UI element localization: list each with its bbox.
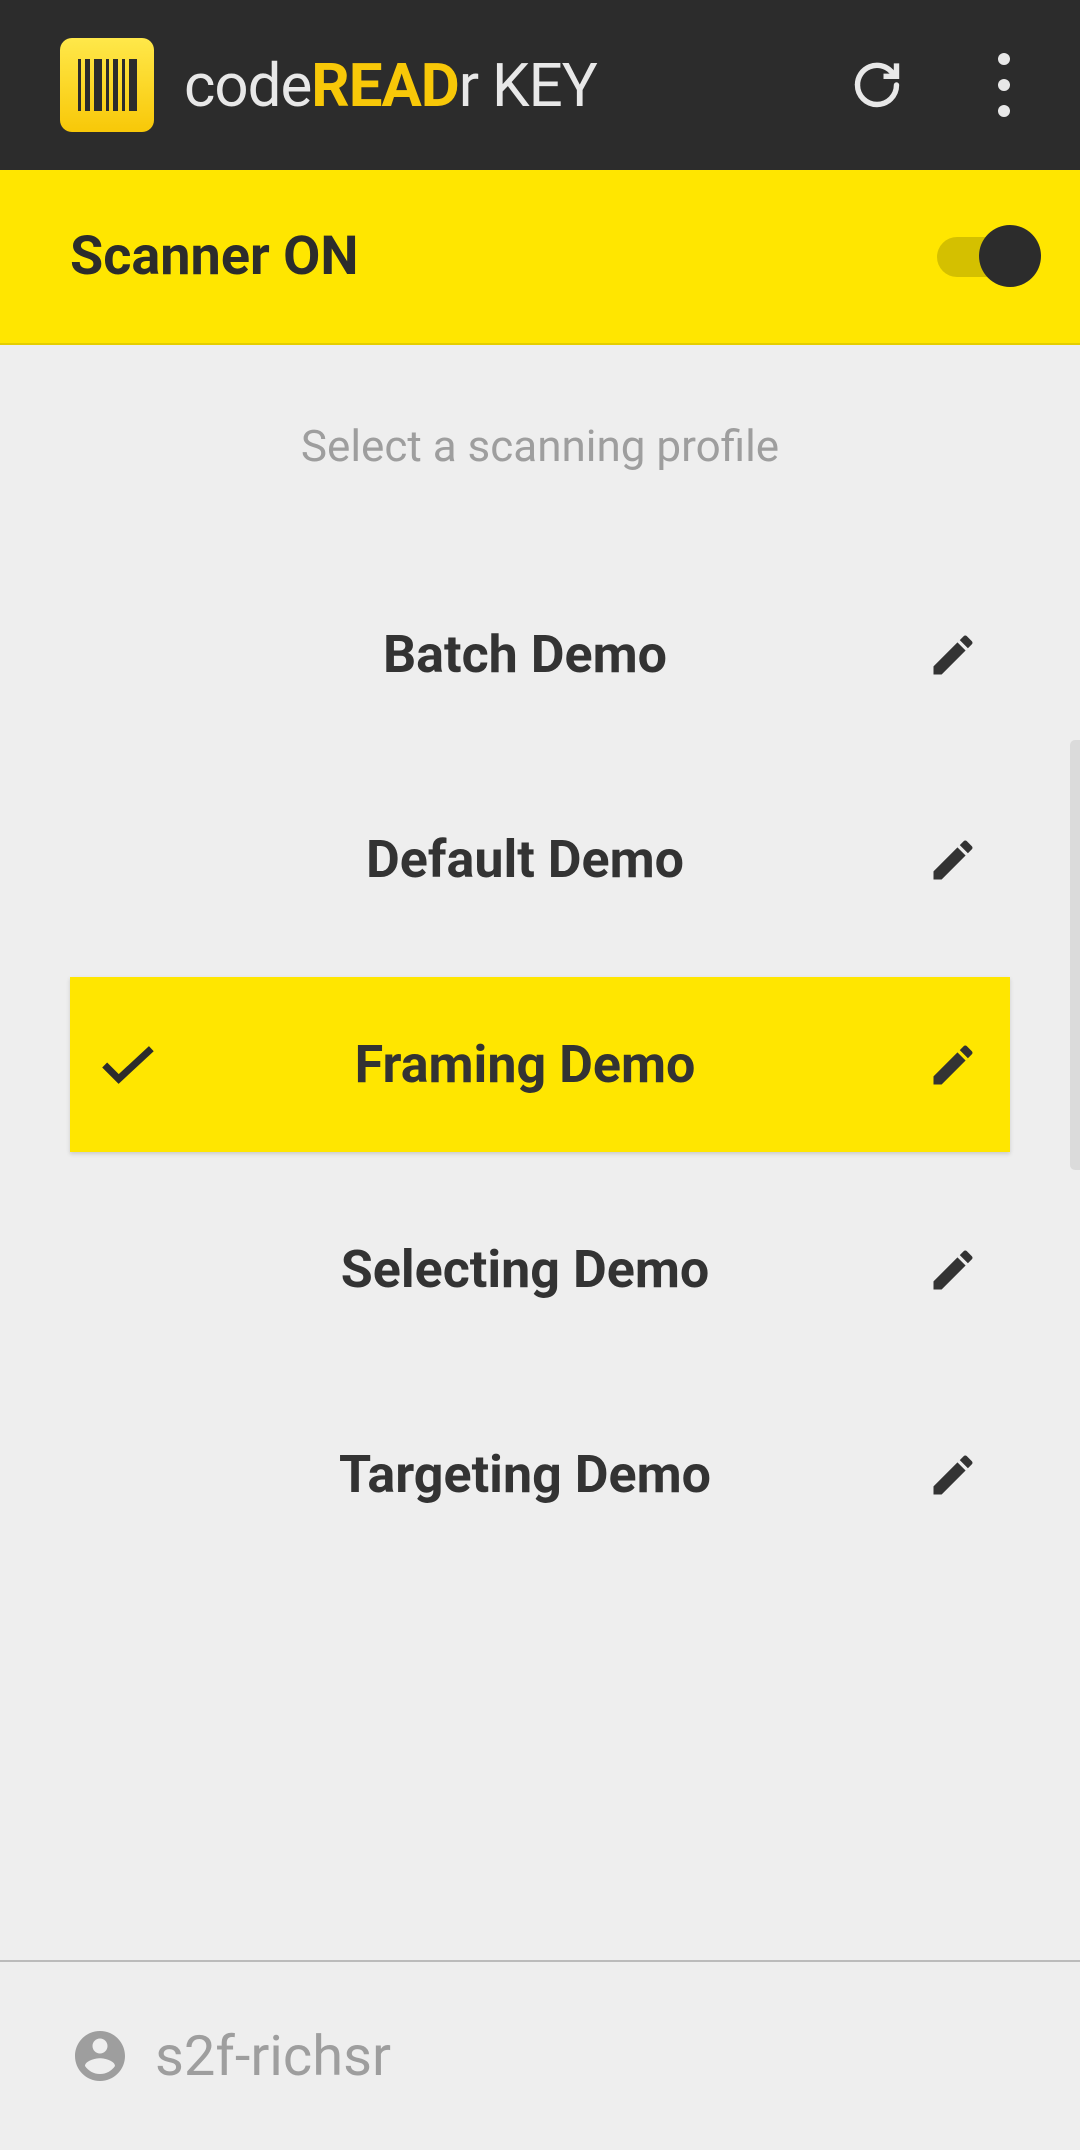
app-header: codeREADr KEY <box>0 0 1080 170</box>
pencil-icon <box>927 834 979 886</box>
app-title: codeREADr KEY <box>184 50 841 121</box>
more-menu-button[interactable] <box>988 43 1020 127</box>
app-logo <box>60 38 154 132</box>
header-actions <box>841 43 1020 127</box>
scanner-status-label: Scanner ON <box>70 225 359 288</box>
pencil-icon <box>927 1449 979 1501</box>
pencil-icon <box>927 1039 979 1091</box>
profile-check-slot <box>70 1044 185 1086</box>
profile-name-label: Batch Demo <box>185 624 895 685</box>
barcode-icon <box>78 59 137 111</box>
username-label: s2f-richsr <box>155 2023 391 2089</box>
more-dots-icon <box>998 53 1010 117</box>
footer: s2f-richsr <box>0 1960 1080 2150</box>
pencil-icon <box>927 1244 979 1296</box>
profile-name-label: Framing Demo <box>185 1034 895 1095</box>
profile-name-label: Default Demo <box>185 829 895 890</box>
profile-item-default[interactable]: Default Demo <box>70 772 1010 947</box>
scanner-toggle-bar: Scanner ON <box>0 170 1080 345</box>
edit-profile-button[interactable] <box>895 1439 1010 1511</box>
edit-profile-button[interactable] <box>895 824 1010 896</box>
profile-select-subtitle: Select a scanning profile <box>0 345 1080 567</box>
pencil-icon <box>927 629 979 681</box>
scroll-indicator[interactable] <box>1070 740 1080 1170</box>
refresh-icon <box>851 59 903 111</box>
refresh-button[interactable] <box>841 49 913 121</box>
profile-list: Batch Demo Default Demo Framing Demo <box>0 567 1080 1960</box>
user-icon <box>70 2026 130 2086</box>
toggle-knob <box>979 225 1041 287</box>
edit-profile-button[interactable] <box>895 1029 1010 1101</box>
profile-item-targeting[interactable]: Targeting Demo <box>70 1387 1010 1562</box>
scanner-toggle[interactable] <box>937 237 1035 277</box>
profile-name-label: Targeting Demo <box>185 1444 895 1505</box>
profile-item-batch[interactable]: Batch Demo <box>70 567 1010 742</box>
profile-item-selecting[interactable]: Selecting Demo <box>70 1182 1010 1357</box>
edit-profile-button[interactable] <box>895 619 1010 691</box>
profile-name-label: Selecting Demo <box>185 1239 895 1300</box>
profile-item-framing[interactable]: Framing Demo <box>70 977 1010 1152</box>
check-icon <box>100 1044 156 1086</box>
edit-profile-button[interactable] <box>895 1234 1010 1306</box>
